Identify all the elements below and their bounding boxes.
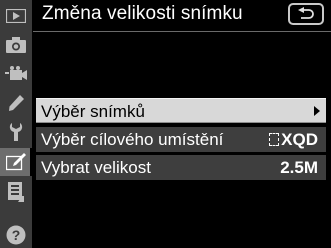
tab-movie-shooting[interactable] [0,60,32,88]
menu-item-label: Výběr snímků [41,102,145,121]
tab-setup[interactable] [0,118,32,146]
menu-item-value: 2.5M [280,158,318,177]
tab-retouch[interactable] [0,148,33,176]
playback-icon [6,9,26,23]
return-icon [298,7,314,19]
header-divider [33,31,331,32]
menu-item-choose-size[interactable]: Vybrat velikost 2.5M [36,155,326,180]
menu-item-choose-destination[interactable]: Výběr cílového umístění XQD [36,127,326,152]
camera-menu-screen: ? Změna velikosti snímku Výběr snímků Vý… [0,0,331,248]
menu-tab-bar: ? [0,0,33,248]
retouch-icon [6,153,26,171]
menu-item-label: Vybrat velikost [41,158,151,177]
tab-photo-shooting[interactable] [0,31,32,59]
camera-icon [6,37,26,53]
tab-my-menu[interactable] [0,178,32,206]
submenu-arrow-icon [314,106,320,116]
tab-custom-settings[interactable] [0,89,32,117]
movie-icon [5,66,27,80]
page-title: Změna velikosti snímku [42,3,243,24]
menu-item-value: XQD [269,127,318,152]
wrench-icon [9,123,23,141]
help-icon: ? [6,225,26,245]
pencil-icon [9,95,24,111]
back-button[interactable] [288,3,324,25]
my-menu-icon [8,182,24,202]
menu-item-label: Výběr cílového umístění [41,130,224,149]
tab-playback[interactable] [0,2,32,30]
card-slot-icon [269,133,280,146]
svg-text:?: ? [12,227,21,243]
tab-help[interactable]: ? [0,222,32,248]
menu-item-select-images[interactable]: Výběr snímků [36,98,326,123]
